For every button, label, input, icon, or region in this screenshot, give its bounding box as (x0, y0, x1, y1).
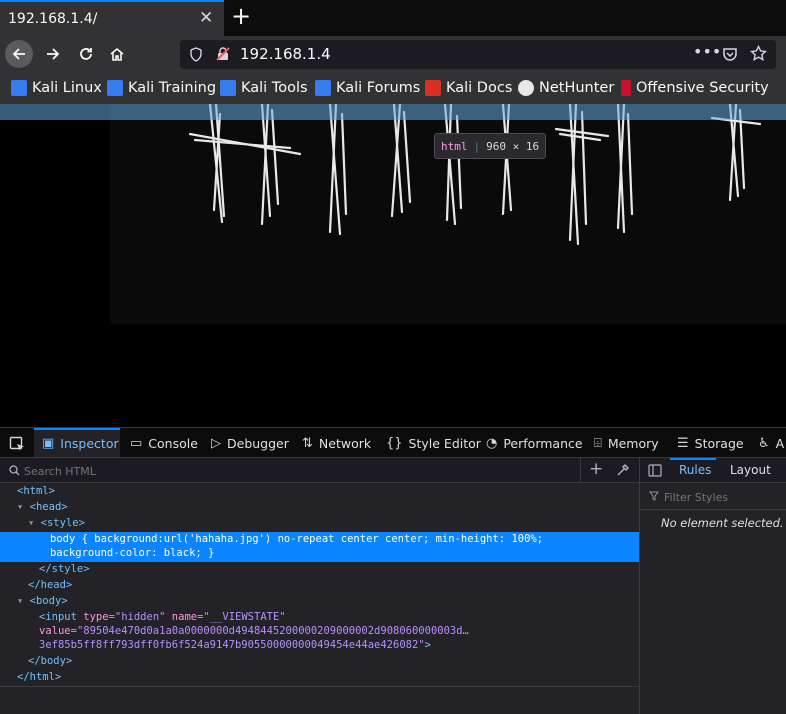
tooltip-separator: | (473, 139, 481, 153)
bookmark-kali-training[interactable]: Kali Training (107, 80, 216, 96)
bookmark-offensive-security[interactable]: Offensive Security (621, 80, 769, 96)
bookmark-kali-forums[interactable]: Kali Forums (315, 80, 420, 96)
filter-icon (649, 491, 659, 501)
kali-icon (220, 80, 236, 96)
home-icon (110, 47, 124, 61)
element-size-tooltip: html | 960 × 16 (434, 133, 547, 159)
performance-icon: ◔ (486, 436, 498, 451)
tab-accessibility[interactable]: ♿ A (758, 436, 784, 451)
search-html-row: + (0, 458, 639, 483)
markup-line-style[interactable]: ▾ <style> (0, 517, 639, 532)
tab-title: 192.168.1.4/ (8, 11, 98, 27)
kali-icon (11, 80, 27, 96)
markup-line-input-value-1[interactable]: value="89504e470d0a1a0a0000000d494844520… (0, 625, 639, 640)
back-arrow-icon (12, 48, 25, 60)
offsec-icon (621, 80, 631, 96)
markup-line-html-close[interactable]: </html> (0, 671, 639, 686)
markup-line-style-close[interactable]: </style> (0, 563, 639, 578)
bookmark-kali-linux[interactable]: Kali Linux (11, 80, 102, 96)
markup-bottom-divider (0, 686, 639, 687)
toggle-sidebar-icon[interactable] (648, 464, 662, 477)
accessibility-icon: ♿ (758, 436, 770, 451)
tab-inspector[interactable]: ▣ Inspector (42, 436, 119, 451)
page-viewport (0, 104, 786, 427)
console-icon: ▭ (130, 436, 143, 451)
markup-line-style-text-2[interactable]: background-color: black; } (0, 547, 639, 562)
reload-icon (80, 48, 92, 60)
tab-style-editor[interactable]: {} Style Editor (386, 436, 481, 451)
kali-icon (107, 80, 123, 96)
tab-debugger[interactable]: ▷ Debugger (211, 436, 289, 451)
element-highlight-overlay (0, 104, 786, 120)
tooltip-size: 960 × 16 (486, 139, 540, 153)
element-picker-icon[interactable] (9, 436, 25, 452)
markup-line-html[interactable]: <html> (0, 485, 639, 500)
search-icon (9, 465, 20, 476)
markup-line-input[interactable]: <input type="hidden" name="__VIEWSTATE" (0, 611, 639, 626)
tab-memory[interactable]: ⌹ Memory (594, 436, 659, 451)
forward-button[interactable] (39, 40, 67, 68)
home-button[interactable] (103, 40, 131, 68)
tab-layout[interactable]: Layout (730, 463, 771, 477)
url-text[interactable]: 192.168.1.4 (240, 45, 331, 63)
tab-performance[interactable]: ◔ Performance (486, 436, 583, 451)
kali-docs-icon (425, 80, 441, 96)
tab-rules[interactable]: Rules (679, 463, 711, 477)
bookmark-kali-docs[interactable]: Kali Docs (425, 80, 512, 96)
insecure-lock-icon[interactable] (215, 46, 231, 62)
markup-line-head-close[interactable]: </head> (0, 579, 639, 594)
kali-icon (315, 80, 331, 96)
tab-console[interactable]: ▭ Console (130, 436, 198, 451)
markup-line-head[interactable]: ▾ <head> (0, 501, 639, 516)
filter-styles-input[interactable] (662, 489, 784, 505)
markup-line-input-value-2[interactable]: 3ef85b5ff8ff793dff0fb6f524a9147b90550000… (0, 639, 639, 654)
debugger-icon: ▷ (211, 436, 221, 451)
shield-icon[interactable] (189, 47, 203, 62)
pocket-icon[interactable] (722, 46, 738, 62)
new-tab-button[interactable]: + (231, 3, 251, 29)
no-element-selected-text: No element selected. (661, 516, 784, 530)
forward-arrow-icon (47, 48, 60, 60)
eyedropper-icon[interactable] (616, 463, 630, 477)
add-node-button[interactable]: + (589, 459, 603, 479)
markup-line-body[interactable]: ▾ <body> (0, 595, 639, 610)
bookmark-nethunter[interactable]: NetHunter (518, 80, 614, 96)
network-icon: ⇅ (302, 436, 313, 451)
reload-button[interactable] (72, 40, 100, 68)
style-editor-icon: {} (386, 436, 403, 451)
browser-tab[interactable]: 192.168.1.4/ ✕ (0, 0, 224, 36)
markup-line-style-text-1[interactable]: body { background:url('hahaha.jpg') no-r… (0, 533, 639, 548)
filter-divider (640, 509, 786, 510)
bookmark-kali-tools[interactable]: Kali Tools (220, 80, 308, 96)
inspector-icon: ▣ (42, 436, 55, 451)
bookmark-star-icon[interactable] (750, 45, 767, 62)
search-html-input[interactable] (22, 462, 566, 480)
tooltip-tag: html (441, 139, 468, 153)
tab-network[interactable]: ⇅ Network (302, 436, 371, 451)
page-actions-icon[interactable]: ••• (693, 42, 721, 61)
storage-icon: ☰ (677, 436, 689, 451)
tab-storage[interactable]: ☰ Storage (677, 436, 744, 451)
close-tab-icon[interactable]: ✕ (199, 8, 213, 28)
memory-icon: ⌹ (594, 436, 602, 451)
back-button[interactable] (5, 40, 33, 68)
rules-sidebar: Rules Layout No element selected. (639, 458, 786, 714)
hahaha-background-image (110, 104, 786, 324)
search-divider (580, 458, 581, 482)
markup-line-body-close[interactable]: </body> (0, 655, 639, 670)
nethunter-icon (518, 80, 534, 96)
